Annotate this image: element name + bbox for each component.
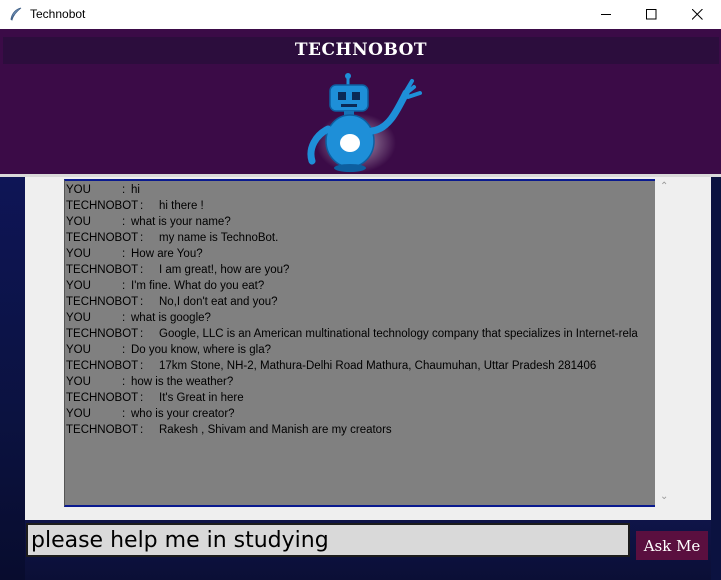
- minimize-button[interactable]: [583, 0, 629, 29]
- ask-me-button[interactable]: Ask Me: [636, 531, 708, 560]
- chat-log[interactable]: YOU: hi TECHNOBOT: hi there ! YOU: what is yo…: [64, 179, 655, 507]
- chat-text: who is your creator?: [131, 408, 235, 420]
- maximize-button[interactable]: [628, 0, 674, 29]
- chat-sender: TECHNOBOT: [66, 392, 139, 404]
- chat-text: what is google?: [131, 312, 211, 324]
- chat-text: No,I don't eat and you?: [159, 296, 278, 308]
- chat-sender: TECHNOBOT: [66, 360, 139, 372]
- chat-text: I am great!, how are you?: [159, 264, 290, 276]
- chat-sender: YOU: [66, 248, 91, 260]
- chat-text: 17km Stone, NH-2, Mathura-Delhi Road Mat…: [159, 360, 597, 372]
- chat-sender: YOU: [66, 344, 91, 356]
- chat-sender: YOU: [66, 376, 91, 388]
- chat-sender: TECHNOBOT: [66, 264, 139, 276]
- chat-sender: YOU: [66, 408, 91, 420]
- left-background: [0, 177, 25, 580]
- close-button[interactable]: [674, 0, 720, 29]
- chat-panel: YOU: hi TECHNOBOT: hi there ! YOU: what is yo…: [25, 177, 711, 520]
- chat-separator: :: [140, 392, 144, 404]
- app-heading: TECHNOBOT: [294, 40, 428, 60]
- chat-scrollbar[interactable]: ⌃ ⌄: [656, 179, 673, 505]
- chat-sender: YOU: [66, 216, 91, 228]
- chat-separator: :: [140, 424, 144, 436]
- chat-text: hi: [131, 184, 140, 196]
- chat-separator: :: [122, 312, 126, 324]
- chat-sender: TECHNOBOT: [66, 296, 139, 308]
- chat-sender: TECHNOBOT: [66, 200, 139, 212]
- minimize-icon: [600, 14, 611, 15]
- chat-separator: :: [122, 376, 126, 388]
- chat-text: How are You?: [131, 248, 203, 260]
- robot-mascot-image: [307, 73, 422, 173]
- chat-sender: TECHNOBOT: [66, 328, 139, 340]
- chat-text: Do you know, where is gla?: [131, 344, 271, 356]
- chat-separator: :: [140, 232, 144, 244]
- chat-separator: :: [122, 184, 126, 196]
- chat-separator: :: [122, 216, 126, 228]
- chat-separator: :: [122, 408, 126, 420]
- chat-separator: :: [122, 248, 126, 260]
- chat-separator: :: [140, 328, 144, 340]
- feather-icon: [10, 7, 22, 21]
- window-title-bar: Technobot: [0, 0, 721, 29]
- chat-separator: :: [122, 280, 126, 292]
- title-strip: TECHNOBOT: [3, 37, 719, 64]
- close-icon: [691, 9, 703, 20]
- chat-sender: YOU: [66, 280, 91, 292]
- chat-separator: :: [140, 264, 144, 276]
- chat-text: my name is TechnoBot.: [159, 232, 279, 244]
- chat-sender: YOU: [66, 184, 91, 196]
- chat-separator: :: [140, 360, 144, 372]
- chat-separator: :: [140, 296, 144, 308]
- chat-separator: :: [140, 200, 144, 212]
- chat-text: how is the weather?: [131, 376, 234, 388]
- header-banner: TECHNOBOT: [0, 29, 721, 174]
- chat-separator: :: [122, 344, 126, 356]
- window-title: Technobot: [30, 7, 86, 21]
- chat-text: hi there !: [159, 200, 204, 212]
- scroll-up-icon[interactable]: ⌃: [660, 181, 668, 192]
- chat-text: It's Great in here: [159, 392, 244, 404]
- chat-sender: TECHNOBOT: [66, 232, 139, 244]
- chat-text: Google, LLC is an American multinational…: [159, 328, 638, 340]
- chat-sender: TECHNOBOT: [66, 424, 139, 436]
- message-input[interactable]: [26, 523, 630, 557]
- chat-text: what is your name?: [131, 216, 231, 228]
- chat-text: Rakesh , Shivam and Manish are my creato…: [159, 424, 392, 436]
- scroll-down-icon[interactable]: ⌄: [660, 491, 668, 502]
- right-background: [711, 177, 721, 580]
- chat-text: I'm fine. What do you eat?: [131, 280, 265, 292]
- chat-sender: YOU: [66, 312, 91, 324]
- maximize-icon: [645, 9, 656, 20]
